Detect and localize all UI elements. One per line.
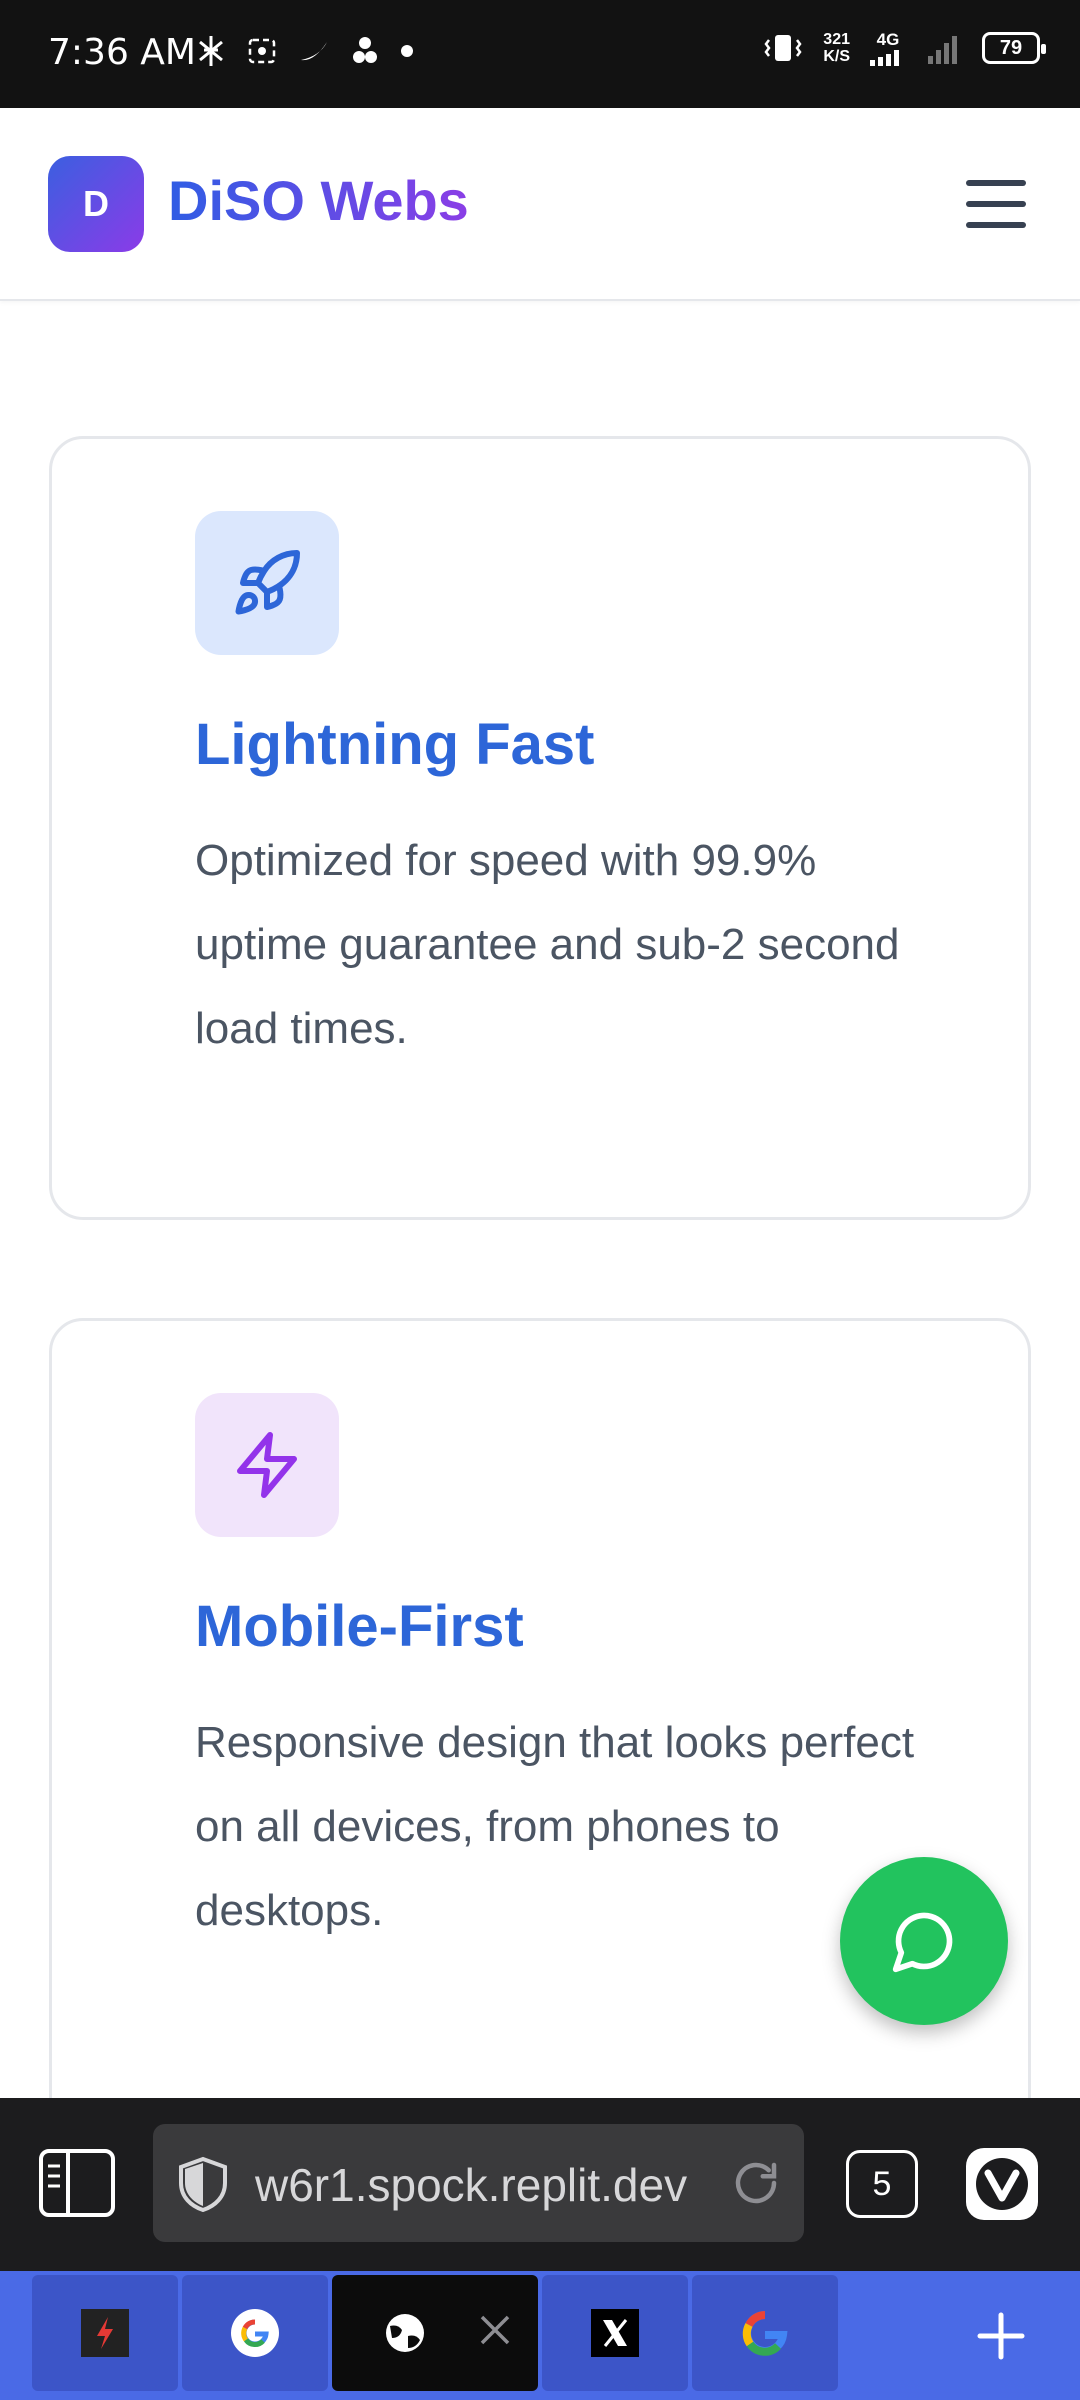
tab-bar: [0, 2271, 1080, 2400]
url-text[interactable]: w6r1.spock.replit.dev: [255, 2158, 687, 2212]
browser-toolbar: w6r1.spock.replit.dev 5: [0, 2098, 1080, 2271]
google-icon: [742, 2311, 788, 2356]
network-type: 4G: [876, 30, 900, 49]
status-right: 321 K/S 4G 79: [763, 30, 1046, 66]
address-bar[interactable]: w6r1.spock.replit.dev: [153, 2124, 804, 2242]
chat-button[interactable]: [840, 1857, 1008, 2025]
app-notification-icon: [353, 37, 377, 63]
network-speed: 321 K/S: [823, 31, 850, 65]
notification-icons: [196, 34, 414, 68]
zap-icon: [237, 1432, 297, 1498]
signal-weak-icon: [928, 36, 957, 64]
feature-icon-tile: [195, 511, 339, 655]
app-favicon-icon: [81, 2309, 129, 2357]
rocket-icon: [235, 549, 300, 615]
feature-description: Responsive design that looks perfect on …: [195, 1718, 915, 1935]
browser-menu-button[interactable]: [966, 2148, 1038, 2220]
chat-bubble-icon: [892, 1912, 953, 1973]
feature-title: Mobile-First: [195, 1594, 524, 1659]
feature-card: Lightning Fast Optimized for speed with …: [49, 436, 1031, 1220]
globe-icon: [386, 2314, 424, 2352]
feature-description: Optimized for speed with 99.9% uptime gu…: [195, 836, 900, 1053]
close-tab-icon[interactable]: [478, 2313, 512, 2347]
x-logo-icon: [591, 2309, 639, 2357]
brand-name[interactable]: DiSO Webs: [168, 168, 469, 233]
hamburger-menu-button[interactable]: [966, 180, 1026, 228]
more-notifications-dot-icon: [401, 45, 413, 57]
new-tab-icon[interactable]: [972, 2307, 1030, 2365]
tab[interactable]: [542, 2275, 688, 2391]
menu-line: [966, 201, 1026, 207]
screenshot-icon: [248, 38, 276, 64]
tab[interactable]: [692, 2275, 838, 2391]
vivaldi-logo-icon: [976, 2158, 1028, 2210]
tab-switcher-button[interactable]: 5: [846, 2150, 918, 2218]
logo[interactable]: D: [48, 156, 144, 252]
tab-count: 5: [872, 2164, 892, 2203]
menu-line: [966, 180, 1026, 186]
signal-bars-icon: [870, 50, 899, 66]
app-notification-icon: [301, 42, 327, 61]
network-speed-value: 321: [823, 31, 850, 48]
menu-line: [966, 222, 1026, 228]
mobile-signal: 4G: [870, 30, 906, 66]
tab[interactable]: [182, 2275, 328, 2391]
tab[interactable]: [32, 2275, 178, 2391]
tab-active[interactable]: [332, 2275, 538, 2391]
battery-indicator: 79: [982, 32, 1046, 64]
status-bar: 7:36 AM 321 K/S 4G 79: [0, 0, 1080, 108]
vibrate-icon: [764, 35, 802, 61]
app-notification-icon: [199, 36, 223, 66]
logo-letter: D: [83, 183, 109, 224]
reload-icon[interactable]: [729, 2156, 783, 2210]
panel-toggle-icon[interactable]: [38, 2148, 116, 2218]
battery-level: 79: [999, 36, 1023, 59]
feature-icon-tile: [195, 1393, 339, 1537]
feature-title: Lightning Fast: [195, 712, 595, 777]
status-time: 7:36 AM: [48, 32, 196, 73]
google-icon: [231, 2309, 279, 2357]
shield-icon[interactable]: [177, 2156, 229, 2212]
network-speed-unit: K/S: [823, 48, 850, 65]
site-header: D DiSO Webs: [0, 108, 1080, 301]
